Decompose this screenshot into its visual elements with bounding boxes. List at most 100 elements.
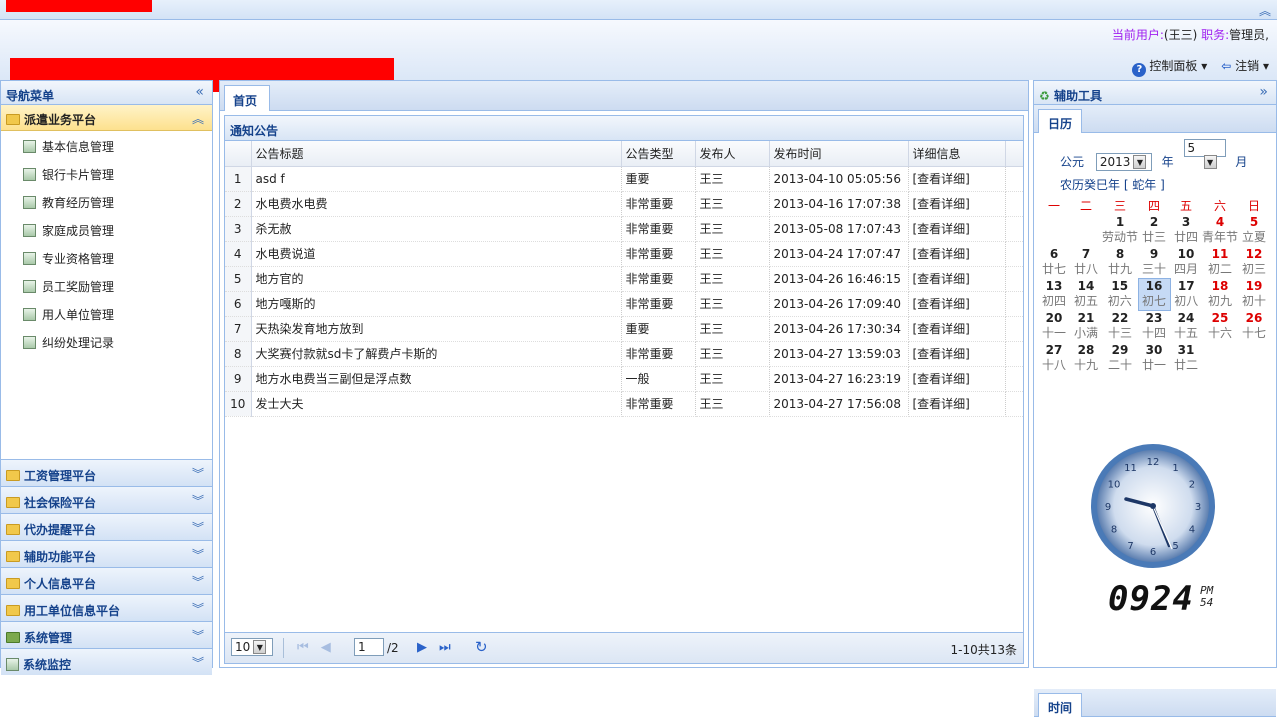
nav-group[interactable]: 系统管理 ︾ (1, 621, 212, 648)
page-size-select[interactable]: 10 ▼ (231, 638, 273, 656)
page-number-input[interactable]: 1 (354, 638, 384, 656)
lunar-day: 十六 (1208, 326, 1233, 340)
first-page-icon[interactable]: ⏮ (297, 640, 309, 655)
redacted-title (6, 0, 152, 12)
table-row[interactable]: 4 水电费说道 非常重要 王三 2013-04-24 17:07:47 [查看详细] (225, 241, 1023, 267)
nav-group[interactable]: 辅助功能平台 ︾ (1, 540, 212, 567)
detail-link[interactable]: [查看详细] (908, 216, 1006, 242)
refresh-icon[interactable]: ↻ (475, 638, 488, 656)
tab-home[interactable]: 首页 (224, 85, 270, 111)
calendar-day[interactable]: 30 廿一 (1138, 342, 1170, 374)
logout-button[interactable]: ⇦ 注销 ▾ (1221, 57, 1269, 77)
year-select[interactable]: 2013 ▼ (1095, 153, 1152, 171)
calendar-day[interactable]: 5 立夏 (1238, 214, 1270, 246)
column-header[interactable]: 发布人 (695, 141, 770, 167)
nav-item[interactable]: 专业资格管理 (1, 243, 212, 271)
detail-link[interactable]: [查看详细] (908, 191, 1006, 217)
calendar-day[interactable]: 10 四月 (1170, 246, 1202, 278)
tab-calendar[interactable]: 日历 (1038, 109, 1083, 133)
detail-link[interactable]: [查看详细] (908, 366, 1006, 392)
column-header[interactable]: 发布时间 (769, 141, 909, 167)
calendar-day[interactable]: 16 初七 (1137, 277, 1171, 311)
tab-time[interactable]: 时间 (1038, 693, 1083, 717)
table-row[interactable]: 6 地方嘎斯的 非常重要 王三 2013-04-26 17:09:40 [查看详细] (225, 291, 1023, 317)
calendar-day[interactable]: 14 初五 (1070, 278, 1102, 310)
table-row[interactable]: 1 asd f 重要 王三 2013-04-10 05:05:56 [查看详细] (225, 166, 1023, 192)
nav-group[interactable]: 用工单位信息平台 ︾ (1, 594, 212, 621)
calendar-day[interactable]: 12 初三 (1238, 246, 1270, 278)
nav-item[interactable]: 基本信息管理 (1, 131, 212, 159)
calendar-day[interactable]: 7 廿八 (1070, 246, 1102, 278)
table-row[interactable]: 7 天热染发育地方放到 重要 王三 2013-04-26 17:30:34 [查看详细] (225, 316, 1023, 342)
detail-link[interactable]: [查看详细] (908, 291, 1006, 317)
calendar-day[interactable]: 19 初十 (1238, 278, 1270, 310)
nav-item[interactable]: 员工奖励管理 (1, 271, 212, 299)
detail-link[interactable]: [查看详细] (908, 241, 1006, 267)
column-header[interactable]: 公告类型 (621, 141, 696, 167)
notice-grid: 通知公告 公告标题 公告类型 发布人 发布时间 详细信息 1 asd f 重要 王三 2… (224, 115, 1024, 633)
calendar-day[interactable]: 9 三十 (1138, 246, 1170, 278)
lunar-day: 初十 (1242, 294, 1267, 308)
table-row[interactable]: 10 发士大夫 非常重要 王三 2013-04-27 17:56:08 [查看详细] (225, 391, 1023, 417)
nav-item[interactable]: 银行卡片管理 (1, 159, 212, 187)
column-header[interactable]: 详细信息 (908, 141, 1006, 167)
detail-link[interactable]: [查看详细] (908, 391, 1006, 417)
collapse-up-icon[interactable]: ︽ (1259, 2, 1271, 19)
month-select[interactable]: 5▼ (1183, 139, 1226, 169)
collapse-right-icon[interactable]: » (1259, 84, 1268, 100)
calendar-day[interactable]: 11 初二 (1202, 246, 1238, 278)
table-row[interactable]: 8 大奖赛付款就sd卡了解费卢卡斯的 非常重要 王三 2013-04-27 13:59:… (225, 341, 1023, 367)
calendar-day[interactable]: 1 劳动节 (1102, 214, 1138, 246)
detail-link[interactable]: [查看详细] (908, 266, 1006, 292)
table-row[interactable]: 3 杀无赦 非常重要 王三 2013-05-08 17:07:43 [查看详细] (225, 216, 1023, 242)
calendar-day[interactable]: 26 十七 (1238, 310, 1270, 342)
control-panel-button[interactable]: ? 控制面板 ▾ (1132, 57, 1207, 77)
calendar-day[interactable]: 20 十一 (1038, 310, 1070, 342)
calendar-day[interactable]: 27 十八 (1038, 342, 1070, 374)
calendar-day[interactable]: 22 十三 (1102, 310, 1138, 342)
calendar-day[interactable]: 17 初八 (1170, 278, 1202, 310)
nav-group[interactable]: 代办提醒平台 ︾ (1, 513, 212, 540)
calendar-day[interactable]: 2 廿三 (1138, 214, 1170, 246)
calendar-day[interactable]: 25 十六 (1202, 310, 1238, 342)
calendar-day[interactable]: 31 廿二 (1170, 342, 1202, 374)
table-cell: 2013-04-10 05:05:56 (769, 166, 909, 192)
day-number: 26 (1245, 311, 1263, 325)
calendar-day[interactable]: 13 初四 (1038, 278, 1070, 310)
calendar-day[interactable]: 21 小满 (1070, 310, 1102, 342)
nav-group[interactable]: 社会保险平台 ︾ (1, 486, 212, 513)
calendar-day[interactable]: 28 十九 (1070, 342, 1102, 374)
calendar-day[interactable]: 24 十五 (1170, 310, 1202, 342)
calendar-day[interactable]: 6 廿七 (1038, 246, 1070, 278)
calendar-day[interactable]: 18 初九 (1202, 278, 1238, 310)
nav-group[interactable]: 个人信息平台 ︾ (1, 567, 212, 594)
calendar-day[interactable]: 15 初六 (1102, 278, 1138, 310)
calendar-day[interactable]: 8 廿九 (1102, 246, 1138, 278)
next-page-icon[interactable]: ▶ (417, 640, 427, 655)
day-number: 17 (1177, 279, 1195, 293)
nav-item[interactable]: 家庭成员管理 (1, 215, 212, 243)
table-row[interactable]: 9 地方水电费当三副但是浮点数 一般 王三 2013-04-27 16:23:19 [查看… (225, 366, 1023, 392)
nav-group-dispatch[interactable]: 派遣业务平台 ︽ (1, 105, 212, 131)
last-page-icon[interactable]: ⏭ (439, 640, 451, 655)
nav-item[interactable]: 教育经历管理 (1, 187, 212, 215)
prev-page-icon[interactable]: ◀ (321, 640, 331, 655)
nav-item[interactable]: 用人单位管理 (1, 299, 212, 327)
calendar-day[interactable]: 29 二十 (1102, 342, 1138, 374)
table-row[interactable]: 5 地方官的 非常重要 王三 2013-04-26 16:46:15 [查看详细] (225, 266, 1023, 292)
table-row[interactable]: 2 水电费水电费 非常重要 王三 2013-04-16 17:07:38 [查看详细] (225, 191, 1023, 217)
nav-group[interactable]: 系统监控 ︾ (1, 648, 212, 675)
lunar-day: 十九 (1073, 358, 1098, 372)
detail-link[interactable]: [查看详细] (908, 166, 1006, 192)
calendar-day[interactable]: 3 廿四 (1170, 214, 1202, 246)
calendar-day[interactable]: 23 十四 (1138, 310, 1170, 342)
detail-link[interactable]: [查看详细] (908, 341, 1006, 367)
column-header[interactable]: 公告标题 (251, 141, 622, 167)
detail-link[interactable]: [查看详细] (908, 316, 1006, 342)
nav-item[interactable]: 纠纷处理记录 (1, 327, 212, 355)
collapse-left-icon[interactable]: « (195, 84, 204, 100)
row-number: 6 (225, 291, 252, 317)
nav-group[interactable]: 工资管理平台 ︾ (1, 459, 212, 486)
calendar-day[interactable]: 4 青年节 (1202, 214, 1238, 246)
logout-arrow-icon: ⇦ (1221, 59, 1232, 73)
